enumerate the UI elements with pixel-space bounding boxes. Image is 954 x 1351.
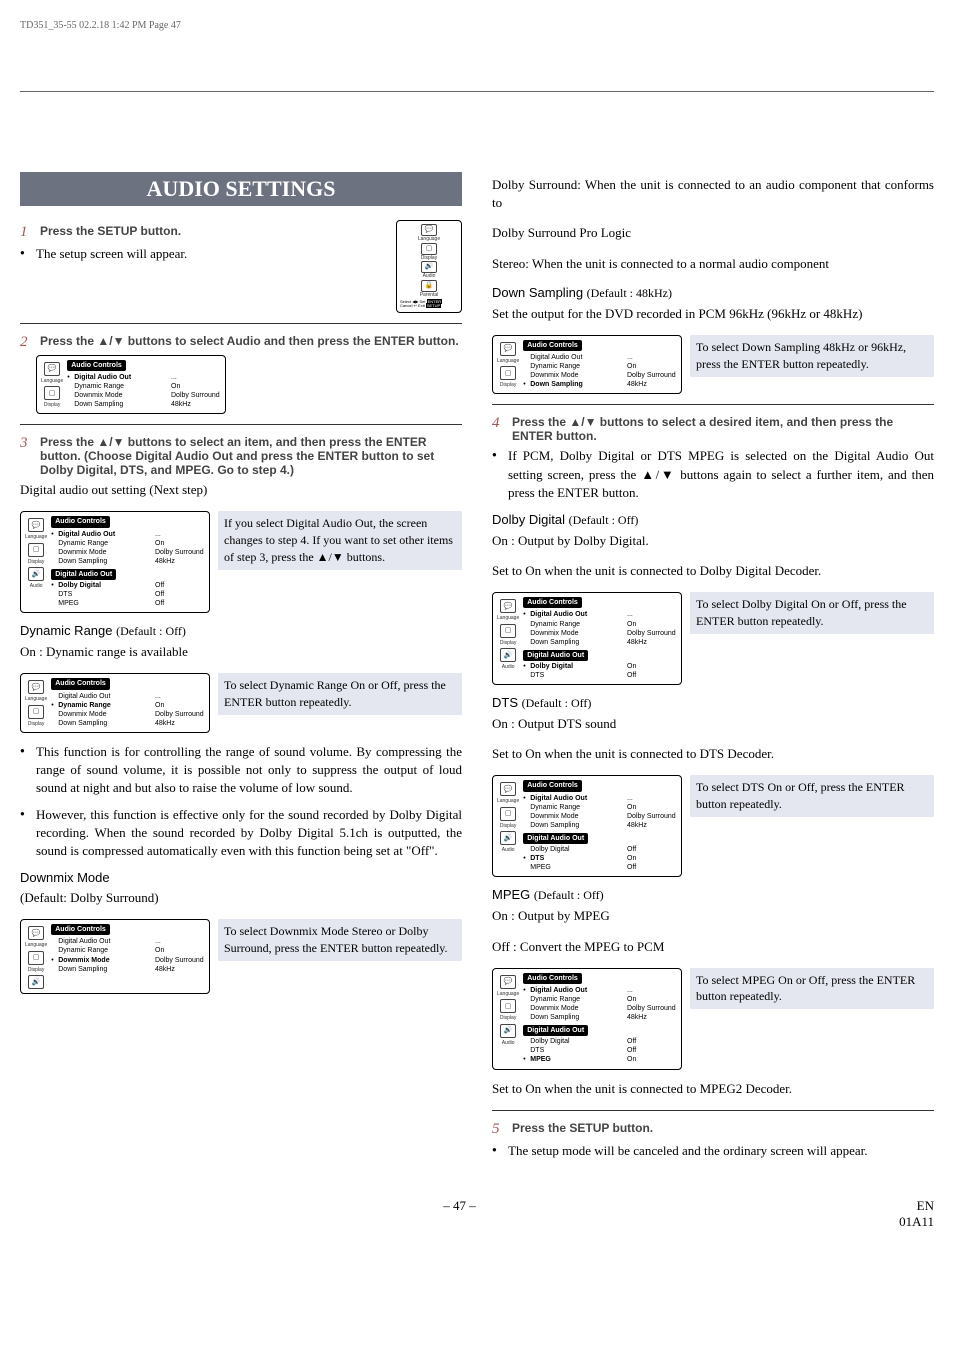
down-sampling-caption: To select Down Sampling 48kHz or 96kHz, … [690, 335, 934, 377]
audio-controls-menu-dolby: 💬 Language ▢ Display 🔊 Audio Audio Contr… [492, 592, 682, 685]
bullet-icon: ● [20, 245, 30, 260]
speaker-icon: 🔊 [28, 567, 44, 581]
mpeg-on: On : Output by MPEG [492, 907, 934, 925]
step4-note: If PCM, Dolby Digital or DTS MPEG is sel… [508, 447, 934, 502]
step-text-2: Press the ▲/▼ buttons to select Audio an… [40, 334, 462, 348]
mpeg-heading: MPEG [492, 887, 530, 902]
dynamic-range-heading: Dynamic Range [20, 623, 113, 638]
audio-controls-menu-downmix: 💬 Language ▢ Display 🔊 Audio Controls Di… [20, 919, 210, 994]
downmix-caption: To select Downmix Mode Stereo or Dolby S… [218, 919, 462, 961]
speech-icon: 💬 [28, 926, 44, 940]
audio-controls-menu-downsampling: 💬 Language ▢ Display Audio Controls Digi… [492, 335, 682, 394]
speech-icon: 💬 [500, 599, 516, 613]
audio-controls-menu-dynamic: 💬 Language ▢ Display Audio Controls Digi… [20, 673, 210, 732]
bullet-icon: ● [20, 806, 30, 821]
speech-icon: 💬 [500, 342, 516, 356]
downmix-default: (Default: Dolby Surround) [20, 889, 462, 907]
right-intro-1: Dolby Surround: When the unit is connect… [492, 176, 934, 212]
speech-icon: 💬 [28, 680, 44, 694]
speaker-icon: 🔊 [500, 648, 516, 662]
page-number: – 47 – [443, 1198, 476, 1230]
speech-icon: 💬 [421, 224, 437, 236]
setup-menu-diagram: 💬 Language ▢ Display 🔊 Audio 🔒 Parental … [396, 220, 462, 313]
header-rule [20, 91, 934, 92]
dynamic-range-default: (Default : Off) [116, 624, 186, 638]
speech-icon: 💬 [44, 362, 60, 376]
down-sampling-text: Set the output for the DVD recorded in P… [492, 305, 934, 323]
bullet-icon: ● [20, 743, 30, 758]
dolby-text: Set to On when the unit is connected to … [492, 562, 934, 580]
tv-icon: ▢ [500, 999, 516, 1013]
step-text-4: Press the ▲/▼ buttons to select a desire… [512, 415, 934, 443]
dynamic-bullet-2: However, this function is effective only… [36, 806, 462, 861]
dynamic-range-sub: On : Dynamic range is available [20, 643, 462, 661]
mpeg-caption: To select MPEG On or Off, press the ENTE… [690, 968, 934, 1010]
right-intro-2: Dolby Surround Pro Logic [492, 224, 934, 242]
tv-icon: ▢ [28, 705, 44, 719]
digital-audio-caption: If you select Digital Audio Out, the scr… [218, 511, 462, 569]
lock-icon: 🔒 [421, 280, 437, 292]
step-number-1: 1 [20, 224, 34, 241]
down-sampling-heading: Down Sampling [492, 285, 583, 300]
dolby-default: (Default : Off) [569, 513, 639, 527]
digital-audio-heading: Digital audio out setting (Next step) [20, 481, 462, 499]
tv-icon: ▢ [44, 386, 60, 400]
tv-icon: ▢ [421, 243, 437, 255]
dts-on: On : Output DTS sound [492, 715, 934, 733]
speaker-icon: 🔊 [500, 831, 516, 845]
speech-icon: 💬 [28, 518, 44, 532]
print-header: TD351_35-55 02.2.18 1:42 PM Page 47 [20, 20, 934, 31]
dts-heading: DTS [492, 695, 518, 710]
tv-icon: ▢ [500, 366, 516, 380]
step-number-4: 4 [492, 415, 506, 432]
tv-icon: ▢ [28, 951, 44, 965]
step-number-3: 3 [20, 435, 34, 452]
step1-note: The setup screen will appear. [36, 245, 388, 263]
speech-icon: 💬 [500, 782, 516, 796]
audio-controls-menu-with-submenu: 💬 Language ▢ Display 🔊 Audio Audio Contr… [20, 511, 210, 613]
dts-text: Set to On when the unit is connected to … [492, 745, 934, 763]
mpeg-text: Set to On when the unit is connected to … [492, 1080, 934, 1098]
tv-icon: ▢ [500, 624, 516, 638]
step-text-1: Press the SETUP button. [40, 224, 388, 238]
step5-note: The setup mode will be canceled and the … [508, 1142, 934, 1160]
left-column: AUDIO SETTINGS 💬 Language ▢ Display 🔊 Au… [20, 172, 462, 1168]
tv-icon: ▢ [500, 807, 516, 821]
step-number-2: 2 [20, 334, 34, 351]
downmix-heading: Downmix Mode [20, 870, 462, 885]
step-text-3: Press the ▲/▼ buttons to select an item,… [40, 435, 462, 477]
dts-default: (Default : Off) [522, 696, 592, 710]
dolby-on: On : Output by Dolby Digital. [492, 532, 934, 550]
footer-code-2: 01A11 [899, 1214, 934, 1229]
speaker-icon: 🔊 [500, 1024, 516, 1038]
mpeg-default: (Default : Off) [534, 888, 604, 902]
dolby-caption: To select Dolby Digital On or Off, press… [690, 592, 934, 634]
speaker-icon: 🔊 [421, 261, 437, 273]
dynamic-caption: To select Dynamic Range On or Off, press… [218, 673, 462, 715]
right-intro-3: Stereo: When the unit is connected to a … [492, 255, 934, 273]
tv-icon: ▢ [28, 543, 44, 557]
step-text-5: Press the SETUP button. [512, 1121, 934, 1135]
footer-code-1: EN [917, 1198, 934, 1213]
section-title: AUDIO SETTINGS [20, 172, 462, 206]
dynamic-bullet-1: This function is for controlling the ran… [36, 743, 462, 798]
bullet-icon: ● [492, 1142, 502, 1157]
speech-icon: 💬 [500, 975, 516, 989]
audio-controls-menu-digital-audio: 💬 Language ▢ Display Audio Controls •Dig… [36, 355, 226, 414]
down-sampling-default: (Default : 48kHz) [587, 286, 672, 300]
dts-caption: To select DTS On or Off, press the ENTER… [690, 775, 934, 817]
right-column: Dolby Surround: When the unit is connect… [492, 172, 934, 1168]
speaker-icon: 🔊 [28, 975, 44, 989]
audio-controls-menu-mpeg: 💬 Language ▢ Display 🔊 Audio Audio Contr… [492, 968, 682, 1070]
bullet-icon: ● [492, 447, 502, 462]
dolby-heading: Dolby Digital [492, 512, 565, 527]
audio-controls-menu-dts: 💬 Language ▢ Display 🔊 Audio Audio Contr… [492, 775, 682, 877]
step-number-5: 5 [492, 1121, 506, 1138]
mpeg-off: Off : Convert the MPEG to PCM [492, 938, 934, 956]
